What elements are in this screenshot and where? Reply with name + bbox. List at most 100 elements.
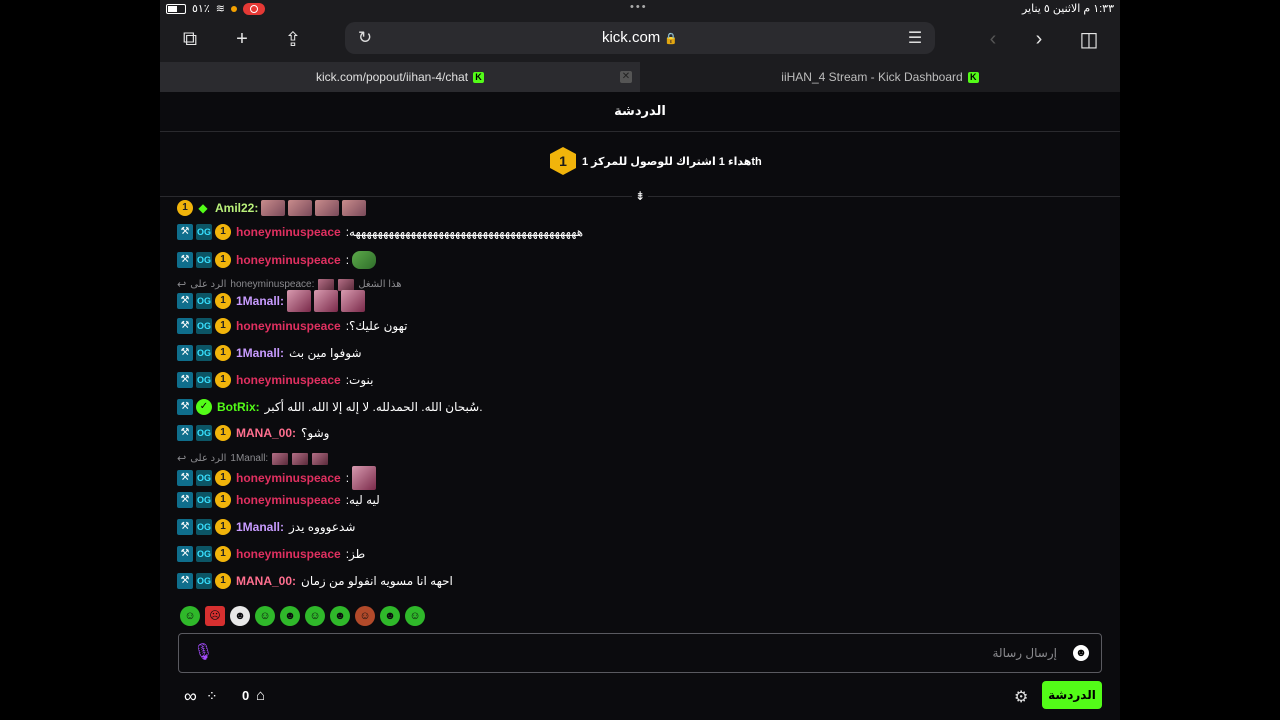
- message-text: :طز: [345, 547, 366, 561]
- wifi-icon: ≋: [215, 3, 225, 15]
- emote-button[interactable]: ☻: [280, 606, 300, 626]
- tabs-overview-icon[interactable]: ⧉: [177, 26, 203, 52]
- emote-button[interactable]: ☻: [230, 606, 250, 626]
- username[interactable]: BotRix:: [217, 400, 260, 414]
- message-text: :ههههههههههههههههههههههههههههههههههههههه…: [345, 225, 584, 239]
- settings-gear-icon[interactable]: ⚙: [1014, 687, 1028, 707]
- subscriber-badge: 1: [215, 573, 231, 589]
- moderator-badge: ⚒: [177, 470, 193, 486]
- pinned-text: هداء 1 اشتراك للوصول للمركز 1th: [582, 155, 762, 168]
- chat-message: ⚒ OG 1 honeyminuspeace :: [177, 466, 377, 490]
- chat-message: ⚒ ✓ BotRix: سُبحان الله. الحمدلله. لا إل…: [177, 399, 483, 415]
- username[interactable]: Amil22:: [215, 201, 258, 215]
- share-icon[interactable]: ⇪: [280, 26, 306, 52]
- username[interactable]: honeyminuspeace: [236, 373, 341, 387]
- points-icon[interactable]: ⁘: [206, 688, 218, 705]
- chat-message: ⚒ OG 1 honeyminuspeace :هههههههههههههههه…: [177, 224, 583, 240]
- moderator-badge: ⚒: [177, 492, 193, 508]
- tab-kick-dashboard[interactable]: iiHAN_4 Stream - Kick Dashboard K: [640, 62, 1120, 92]
- status-time-date: ١:٣٣ م الاثنين ٥ يناير: [1021, 3, 1114, 15]
- moderator-badge: ⚒: [177, 293, 193, 309]
- battery-icon: [166, 3, 186, 14]
- reply-icon: ↩: [177, 453, 187, 465]
- message-text: :: [345, 471, 350, 485]
- chat-input-field[interactable]: 🎙 إرسال رسالة ☻: [178, 633, 1102, 673]
- subscriber-badge: 1: [215, 252, 231, 268]
- emote: [314, 290, 339, 312]
- subscriber-badge: 1: [215, 224, 231, 240]
- og-badge: OG: [196, 252, 212, 268]
- emote-button[interactable]: ☺: [405, 606, 425, 626]
- emote: [272, 452, 289, 465]
- reply-text: هذا الشغل: [358, 279, 402, 290]
- store-icon[interactable]: ⌂: [256, 687, 265, 704]
- pinned-banner[interactable]: 1 هداء 1 اشتراك للوصول للمركز 1th: [160, 133, 1120, 197]
- tab-label: kick.com/popout/iihan-4/chat: [315, 70, 469, 84]
- emote-button[interactable]: ☺: [305, 606, 325, 626]
- multitasking-dots[interactable]: •••: [630, 1, 648, 13]
- emote: [287, 290, 312, 312]
- tab-label: iiHAN_4 Stream - Kick Dashboard: [781, 70, 963, 84]
- subscriber-badge: 1: [215, 425, 231, 441]
- username[interactable]: 1Manall:: [236, 520, 284, 534]
- message-text: شدعوووه يدز: [289, 520, 356, 534]
- forward-icon[interactable]: ›: [1026, 26, 1052, 52]
- emote: [261, 200, 286, 216]
- chat-title: الدردشة: [160, 92, 1120, 132]
- infinity-icon[interactable]: ∞: [184, 686, 197, 707]
- moderator-badge: ⚒: [177, 224, 193, 240]
- tab-close-icon[interactable]: ✕: [620, 71, 632, 83]
- reply-to-user: honeyminuspeace:: [230, 279, 315, 290]
- moderator-badge: ⚒: [177, 318, 193, 334]
- subscriber-badge: 1: [177, 200, 193, 216]
- chat-send-button[interactable]: الدردشة: [1042, 681, 1102, 709]
- og-badge: OG: [196, 573, 212, 589]
- moderator-badge: ⚒: [177, 425, 193, 441]
- username[interactable]: honeyminuspeace: [236, 547, 341, 561]
- subscriber-badge: 1: [215, 546, 231, 562]
- moderator-badge: ⚒: [177, 546, 193, 562]
- emoji-picker-icon[interactable]: ☻: [1073, 645, 1089, 661]
- moderator-badge: ⚒: [177, 519, 193, 535]
- address-bar[interactable]: ↻ kick.com 🔒 ☰: [345, 22, 935, 54]
- screen-recording-icon[interactable]: [242, 2, 265, 15]
- microphone-icon[interactable]: 🎙: [193, 644, 213, 662]
- chat-message: ⚒ OG 1 1Manall: شدعوووه يدز: [177, 519, 355, 535]
- subscriber-badge: 1: [215, 492, 231, 508]
- emote-button[interactable]: ☻: [380, 606, 400, 626]
- kick-favicon-icon: K: [967, 71, 979, 83]
- emote-button[interactable]: ☺: [255, 606, 275, 626]
- tab-kick-chat[interactable]: kick.com/popout/iihan-4/chat K ✕: [160, 62, 640, 92]
- back-icon[interactable]: ‹: [980, 26, 1006, 52]
- og-badge: OG: [196, 293, 212, 309]
- page-menu-icon[interactable]: ☰: [903, 26, 927, 50]
- username[interactable]: MANA_00:: [236, 574, 296, 588]
- reply-reference[interactable]: ↩ الرد على 1Manall:: [177, 452, 329, 465]
- moderator-badge: ⚒: [177, 573, 193, 589]
- sidebar-icon[interactable]: ◫: [1076, 26, 1102, 52]
- username[interactable]: 1Manall:: [236, 346, 284, 360]
- moderator-badge: ⚒: [177, 399, 193, 415]
- emote-button[interactable]: ☹: [205, 606, 225, 626]
- message-text: سُبحان الله. الحمدلله. لا إله إلا الله. …: [264, 400, 483, 414]
- emote: [341, 290, 366, 312]
- moderator-badge: ⚒: [177, 252, 193, 268]
- username[interactable]: honeyminuspeace: [236, 471, 341, 485]
- emote-button[interactable]: ☺: [355, 606, 375, 626]
- emote-button[interactable]: ☻: [330, 606, 350, 626]
- sub-gift-badge: 1: [550, 147, 576, 175]
- emote-button[interactable]: ☺: [180, 606, 200, 626]
- chat-message: ⚒ OG 1 honeyminuspeace :ليه ليه: [177, 492, 380, 508]
- username[interactable]: honeyminuspeace: [236, 225, 341, 239]
- username[interactable]: 1Manall:: [236, 294, 284, 308]
- username[interactable]: honeyminuspeace: [236, 319, 341, 333]
- kick-favicon-icon: K: [473, 71, 485, 83]
- new-tab-icon[interactable]: +: [229, 26, 255, 52]
- browser-toolbar: ⧉ + ⇪ ↻ kick.com 🔒 ☰ ‹ › ◫: [160, 18, 1120, 60]
- username[interactable]: honeyminuspeace: [236, 493, 341, 507]
- og-badge: OG: [196, 345, 212, 361]
- quick-emote-bar: ☺ ☹ ☻ ☺ ☻ ☺ ☻ ☺ ☻ ☺: [180, 606, 425, 626]
- username[interactable]: MANA_00:: [236, 426, 296, 440]
- username[interactable]: honeyminuspeace: [236, 253, 341, 267]
- og-badge: OG: [196, 224, 212, 240]
